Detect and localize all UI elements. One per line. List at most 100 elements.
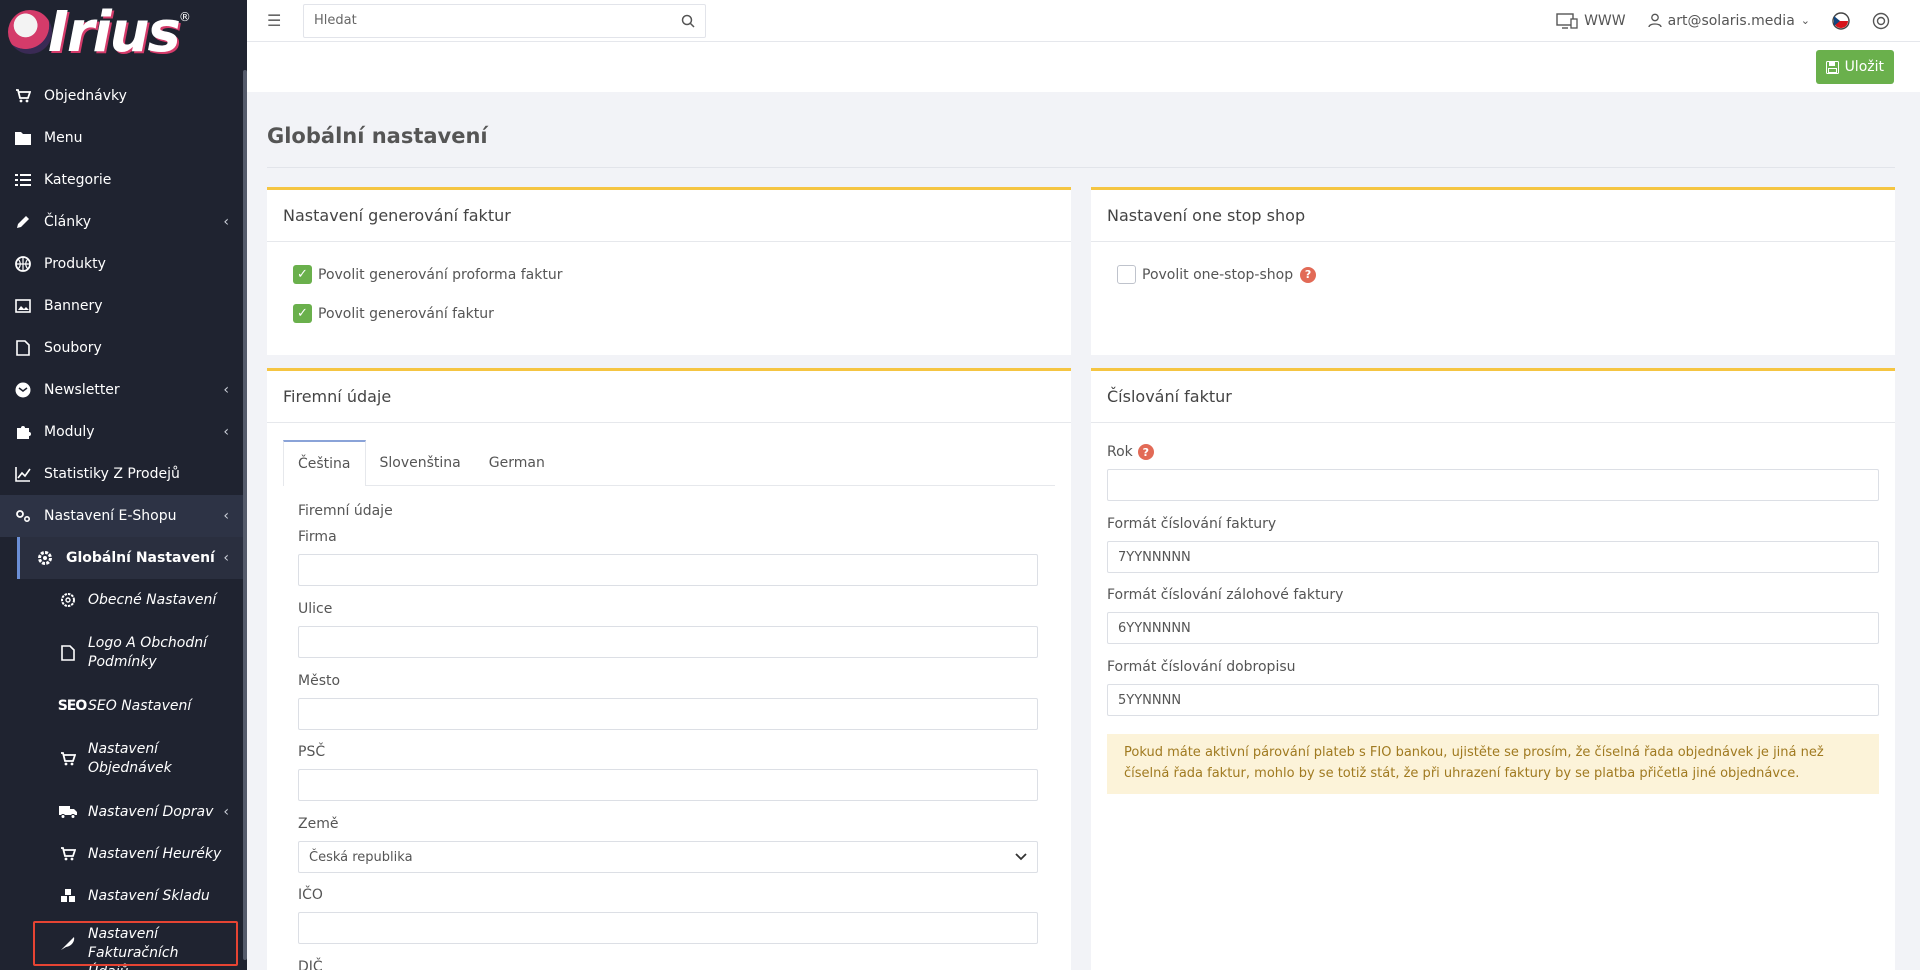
basketball-icon xyxy=(14,255,32,273)
psc-input[interactable] xyxy=(298,769,1038,801)
monitor-icon xyxy=(1556,12,1578,29)
logo[interactable]: Irius ® xyxy=(0,0,247,65)
sidebar-item-seo-settings[interactable]: SEO SEO Nastavení xyxy=(0,685,247,727)
sidebar-item-newsletter[interactable]: Newsletter ‹ xyxy=(0,369,247,411)
sidebar-scrollbar[interactable] xyxy=(243,70,247,960)
sidebar-item-label: Nastavení Heuréky xyxy=(88,845,222,862)
sidebar-item-logo-terms[interactable]: Logo A Obchodní Podmínky xyxy=(0,621,247,685)
checkbox-checked-icon[interactable]: ✓ xyxy=(293,304,312,323)
one-stop-shop-option[interactable]: Povolit one-stop-shop ? xyxy=(1117,265,1317,284)
fio-warning-notice: Pokud máte aktivní párování plateb s FIO… xyxy=(1107,734,1879,794)
sidebar-item-files[interactable]: Soubory xyxy=(0,327,247,369)
sidebar-item-products[interactable]: Produkty xyxy=(0,243,247,285)
seo-icon: SEO xyxy=(57,698,88,714)
card-title: Nastavení one stop shop xyxy=(1091,190,1895,242)
ulice-input[interactable] xyxy=(298,626,1038,658)
search-input[interactable] xyxy=(314,13,681,28)
option-label: Povolit generování faktur xyxy=(318,305,494,322)
chevron-left-icon: ‹ xyxy=(223,424,229,440)
user-menu[interactable]: art@solaris.media ⌄ xyxy=(1647,13,1810,29)
sidebar-item-label: Nastavení E-Shopu xyxy=(44,508,177,524)
boxes-icon xyxy=(58,888,78,904)
option-label: Povolit generování proforma faktur xyxy=(318,266,563,283)
chevron-left-icon: ‹ xyxy=(223,804,229,820)
sidebar-item-sales-stats[interactable]: Statistiky Z Prodejů xyxy=(0,453,247,495)
sidebar-item-label: Newsletter xyxy=(44,382,120,398)
tab-slovak[interactable]: Slovenština xyxy=(366,440,475,485)
rok-input[interactable] xyxy=(1107,469,1879,501)
chevron-down-icon xyxy=(1015,853,1027,861)
card-title: Firemní údaje xyxy=(267,371,1071,423)
puzzle-icon xyxy=(14,423,32,441)
zeme-select[interactable]: Česká republika xyxy=(298,841,1038,873)
www-link[interactable]: WWW xyxy=(1556,13,1626,29)
image-icon xyxy=(14,297,32,315)
sidebar: Irius ® Objednávky Menu Kategorie Články… xyxy=(0,0,247,970)
credit-format-label: Formát číslování dobropisu xyxy=(1107,659,1296,675)
save-label: Uložit xyxy=(1844,59,1884,75)
firma-input[interactable] xyxy=(298,554,1038,586)
sidebar-item-eshop-settings[interactable]: Nastavení E-Shopu ‹ xyxy=(0,495,247,537)
sidebar-item-articles[interactable]: Články ‹ xyxy=(0,201,247,243)
sidebar-item-orders[interactable]: Objednávky xyxy=(0,75,247,117)
sidebar-item-label: Obecné Nastavení xyxy=(88,591,217,608)
sidebar-item-label: Logo A Obchodní Podmínky xyxy=(88,635,207,670)
sidebar-item-label: Bannery xyxy=(44,298,103,314)
sidebar-item-order-settings[interactable]: Nastavení Objednávek xyxy=(0,727,247,791)
card-title: Nastavení generování faktur xyxy=(267,190,1071,242)
chart-line-icon xyxy=(14,465,32,483)
sidebar-item-label: Soubory xyxy=(44,340,102,356)
search-icon[interactable] xyxy=(681,14,695,28)
firma-label: Firma xyxy=(298,529,337,545)
sidebar-item-label: Objednávky xyxy=(44,88,127,104)
save-button[interactable]: Uložit xyxy=(1815,50,1894,84)
sidebar-item-banners[interactable]: Bannery xyxy=(0,285,247,327)
file-icon xyxy=(58,645,78,661)
pencil-icon xyxy=(14,213,32,231)
invoice-numbering-card: Číslování faktur Rok ? Formát číslování … xyxy=(1091,368,1895,970)
help-icon[interactable]: ? xyxy=(1137,444,1154,460)
rok-label-row: Rok ? xyxy=(1107,444,1154,460)
advance-format-input[interactable]: 6YYNNNNN xyxy=(1107,612,1879,644)
sidebar-item-heureka-settings[interactable]: Nastavení Heuréky xyxy=(0,833,247,875)
cart-icon xyxy=(58,846,78,862)
target-icon xyxy=(1872,12,1890,29)
sidebar-item-categories[interactable]: Kategorie xyxy=(0,159,247,201)
sidebar-item-menu[interactable]: Menu xyxy=(0,117,247,159)
settings-toggle[interactable] xyxy=(1872,12,1890,30)
selection-highlight xyxy=(33,921,238,966)
chevron-left-icon: ‹ xyxy=(223,382,229,398)
invoice-format-input[interactable]: 7YYNNNNN xyxy=(1107,541,1879,573)
hamburger-icon[interactable]: ☰ xyxy=(267,11,295,30)
proforma-option[interactable]: ✓ Povolit generování proforma faktur xyxy=(293,265,562,284)
credit-format-input[interactable]: 5YYNNNN xyxy=(1107,684,1879,716)
sidebar-item-stock-settings[interactable]: Nastavení Skladu xyxy=(0,875,247,917)
checkbox-unchecked-icon[interactable] xyxy=(1117,265,1136,284)
language-switch[interactable] xyxy=(1832,11,1850,30)
sidebar-item-label: Články xyxy=(44,214,92,230)
sidebar-item-general-settings[interactable]: Obecné Nastavení xyxy=(0,579,247,621)
mascot-logo-icon xyxy=(8,10,52,54)
section-label: Firemní údaje xyxy=(298,503,393,519)
tab-czech[interactable]: Čeština xyxy=(283,440,366,486)
truck-icon xyxy=(58,805,78,819)
invoices-option[interactable]: ✓ Povolit generování faktur xyxy=(293,304,494,323)
sidebar-item-shipping-settings[interactable]: Nastavení Doprav ‹ xyxy=(0,791,247,833)
checkbox-checked-icon[interactable]: ✓ xyxy=(293,265,312,284)
ico-label: IČO xyxy=(298,887,323,903)
search-box[interactable] xyxy=(303,3,706,38)
sidebar-item-label: Menu xyxy=(44,130,83,146)
gear-icon xyxy=(36,549,54,567)
sidebar-item-modules[interactable]: Moduly ‹ xyxy=(0,411,247,453)
mesto-input[interactable] xyxy=(298,698,1038,730)
ulice-label: Ulice xyxy=(298,601,333,617)
help-icon[interactable]: ? xyxy=(1300,266,1317,283)
invoice-format-label: Formát číslování faktury xyxy=(1107,516,1277,532)
tab-german[interactable]: German xyxy=(475,440,559,485)
page-title: Globální nastavení xyxy=(267,124,488,148)
sidebar-item-global-settings[interactable]: Globální Nastavení ‹ xyxy=(17,537,247,579)
ico-input[interactable] xyxy=(298,912,1038,944)
psc-label: PSČ xyxy=(298,744,326,760)
language-tabs: Čeština Slovenština German xyxy=(283,440,1055,486)
sidebar-item-label: Moduly xyxy=(44,424,95,440)
